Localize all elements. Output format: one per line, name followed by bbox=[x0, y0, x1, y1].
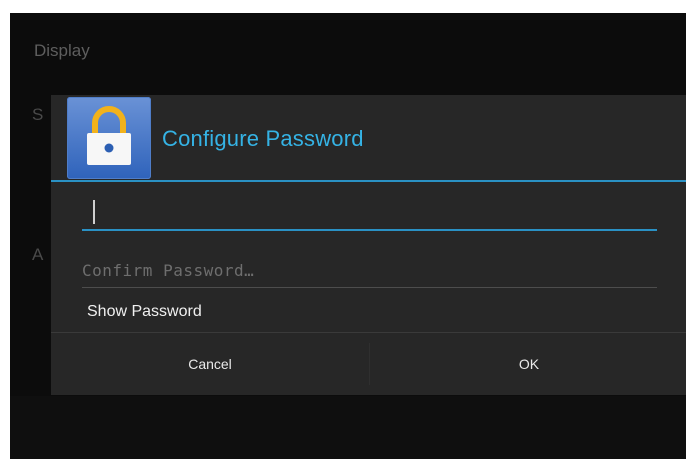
dialog-title: Configure Password bbox=[162, 126, 364, 151]
background-item-fragment: S bbox=[32, 105, 44, 124]
background-section-title: Display bbox=[34, 41, 90, 60]
ok-button[interactable]: OK bbox=[370, 333, 686, 395]
configure-password-dialog: Configure Password Show Password Cancel … bbox=[51, 95, 686, 395]
cancel-button[interactable]: Cancel bbox=[51, 333, 369, 395]
lock-icon bbox=[67, 97, 151, 179]
password-input[interactable] bbox=[82, 195, 657, 231]
dialog-header: Configure Password bbox=[51, 95, 686, 180]
text-caret bbox=[93, 200, 95, 224]
lock-icon-graphic bbox=[87, 106, 131, 165]
confirm-password-input[interactable] bbox=[82, 253, 657, 288]
show-password-toggle[interactable]: Show Password bbox=[87, 303, 202, 321]
header-divider bbox=[51, 180, 686, 182]
settings-screen: Display S A Configure Password Show Pass… bbox=[10, 13, 686, 459]
background-bottom-area bbox=[10, 396, 686, 459]
background-item-fragment: A bbox=[32, 245, 44, 264]
